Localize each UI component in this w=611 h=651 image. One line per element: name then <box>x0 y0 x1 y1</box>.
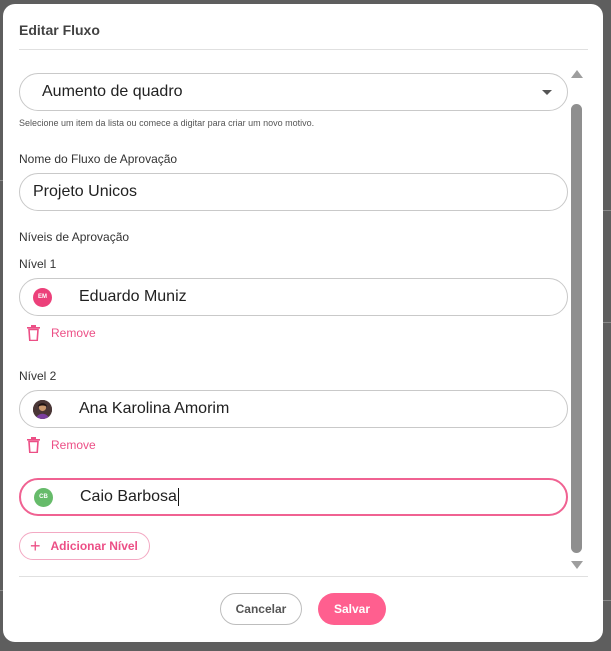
flow-name-value: Projeto Unicos <box>33 183 138 200</box>
dialog-content: Aumento de quadro Selecione um item da l… <box>19 50 568 576</box>
text-cursor <box>177 487 179 506</box>
add-level-button[interactable]: + Adicionar Nível <box>19 532 150 560</box>
level-1-remove-button[interactable]: Remove <box>27 325 96 341</box>
level-3-approver-name: Caio Barbosa <box>80 487 179 506</box>
divider <box>19 576 588 577</box>
reason-helper-text: Selecione um item da lista ou comece a d… <box>19 118 315 128</box>
trash-icon <box>27 325 40 341</box>
level-1-label: Nível 1 <box>19 257 57 271</box>
reason-select-value: Aumento de quadro <box>42 83 183 100</box>
scroll-up-arrow[interactable] <box>571 70 583 78</box>
reason-select[interactable]: Aumento de quadro <box>19 73 568 111</box>
add-level-label: Adicionar Nível <box>50 539 138 553</box>
level-2-approver-field[interactable]: Ana Karolina Amorim <box>19 390 568 428</box>
level-2-remove-button[interactable]: Remove <box>27 437 96 453</box>
scroll-down-arrow[interactable] <box>571 561 583 569</box>
trash-icon <box>27 437 40 453</box>
approval-levels-heading: Níveis de Aprovação <box>19 230 130 244</box>
scrollbar-thumb[interactable] <box>571 104 582 553</box>
plus-icon: + <box>30 536 41 556</box>
flow-name-input[interactable]: Projeto Unicos <box>19 173 568 211</box>
avatar: EM <box>33 287 52 307</box>
level-2-label: Nível 2 <box>19 369 57 383</box>
edit-flow-dialog: Editar Fluxo Aumento de quadro Selecione… <box>3 4 603 642</box>
level-2-approver-name: Ana Karolina Amorim <box>79 400 230 417</box>
cancel-button[interactable]: Cancelar <box>220 593 302 625</box>
level-1-approver-field[interactable]: EM Eduardo Muniz <box>19 278 568 316</box>
level-3-approver-text: Caio Barbosa <box>80 488 177 506</box>
level-1-approver-name: Eduardo Muniz <box>79 288 187 305</box>
remove-label: Remove <box>51 438 96 452</box>
remove-label: Remove <box>51 326 96 340</box>
avatar <box>33 399 52 419</box>
dialog-title: Editar Fluxo <box>19 22 100 38</box>
flow-name-label: Nome do Fluxo de Aprovação <box>19 152 178 166</box>
save-button[interactable]: Salvar <box>318 593 386 625</box>
avatar: CB <box>34 487 53 507</box>
chevron-down-icon[interactable] <box>542 90 552 95</box>
level-3-approver-field[interactable]: CB Caio Barbosa <box>19 478 568 516</box>
